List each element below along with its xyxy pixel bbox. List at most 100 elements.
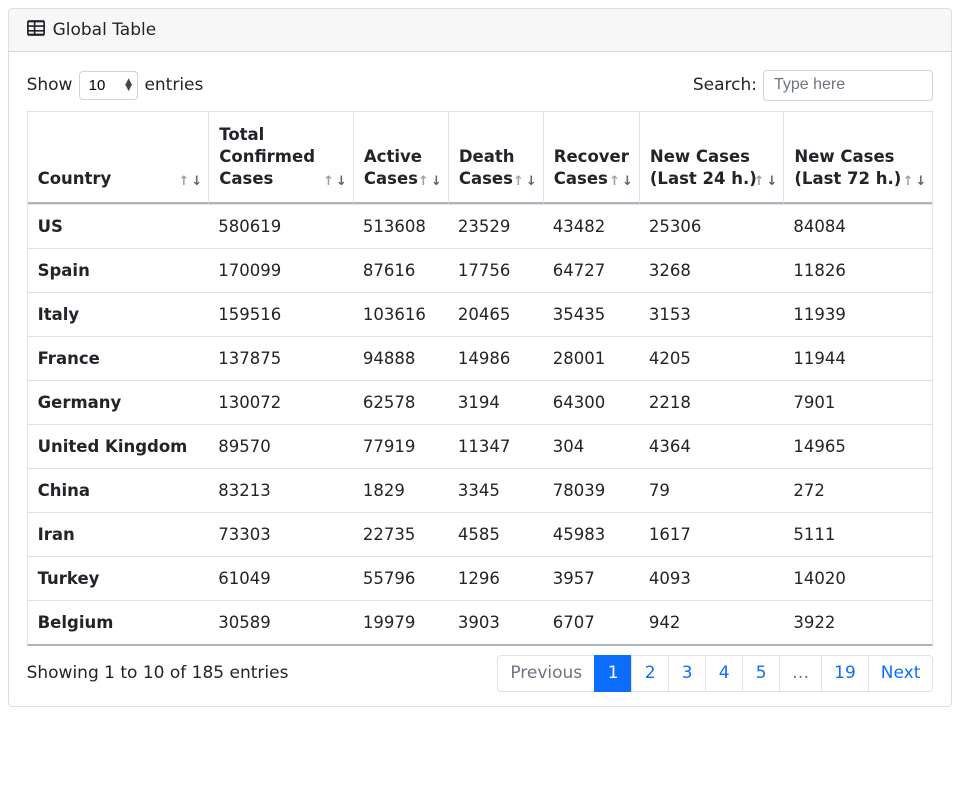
page-next[interactable]: Next — [868, 655, 934, 691]
page-link[interactable]: 4 — [706, 656, 742, 690]
column-header[interactable]: New Cases (Last 72 h.)↑↓ — [783, 112, 932, 205]
column-header[interactable]: New Cases (Last 24 h.)↑↓ — [639, 112, 784, 205]
column-header-label: Total Confirmed Cases — [219, 125, 315, 189]
cell-new24: 79 — [639, 468, 784, 512]
cell-confirmed: 83213 — [208, 468, 353, 512]
cell-death: 1296 — [448, 556, 543, 600]
cell-death: 17756 — [448, 248, 543, 292]
cell-new24: 4093 — [639, 556, 784, 600]
cell-active: 103616 — [353, 292, 448, 336]
page-3[interactable]: 3 — [668, 655, 706, 691]
cell-new24: 2218 — [639, 380, 784, 424]
cell-country: Spain — [28, 248, 209, 292]
column-header-label: New Cases (Last 72 h.) — [794, 147, 901, 188]
page-link[interactable]: 2 — [632, 656, 668, 690]
search-input[interactable] — [763, 70, 933, 101]
cell-active: 62578 — [353, 380, 448, 424]
page-link[interactable]: 3 — [669, 656, 705, 690]
cell-new72: 11826 — [783, 248, 932, 292]
sort-arrows-icon: ↑↓ — [178, 173, 202, 191]
cell-new72: 7901 — [783, 380, 932, 424]
cell-country: Italy — [28, 292, 209, 336]
page-5[interactable]: 5 — [742, 655, 780, 691]
cell-death: 23529 — [448, 204, 543, 248]
cell-country: France — [28, 336, 209, 380]
cell-confirmed: 580619 — [208, 204, 353, 248]
card-title: Global Table — [53, 20, 157, 40]
card-header: Global Table — [9, 9, 951, 52]
column-header[interactable]: Active Cases↑↓ — [353, 112, 448, 205]
cell-new72: 3922 — [783, 600, 932, 644]
column-header[interactable]: Total Confirmed Cases ↑↓ — [208, 112, 353, 205]
page-ellipsis: … — [779, 655, 822, 691]
cell-confirmed: 73303 — [208, 512, 353, 556]
table-body: US58061951360823529434822530684084 Spain 1… — [28, 204, 933, 644]
sort-arrows-icon: ↑↓ — [609, 173, 633, 191]
cell-recover: 45983 — [543, 512, 639, 556]
cell-confirmed: 30589 — [208, 600, 353, 644]
cell-active: 513608 — [353, 204, 448, 248]
table-row: Turkey610495579612963957409314020 — [28, 556, 933, 600]
length-select[interactable]: 102550100 — [79, 71, 138, 100]
cell-recover: 304 — [543, 424, 639, 468]
cell-new24: 1617 — [639, 512, 784, 556]
cell-recover: 64727 — [543, 248, 639, 292]
cell-country: Belgium — [28, 600, 209, 644]
cell-confirmed: 89570 — [208, 424, 353, 468]
page-4[interactable]: 4 — [705, 655, 743, 691]
global-table-card: Global Table Show 102550100 ▲▼ entries S… — [8, 8, 952, 707]
cell-new24: 3153 — [639, 292, 784, 336]
cell-country: Iran — [28, 512, 209, 556]
cell-confirmed: 130072 — [208, 380, 353, 424]
cell-new24: 4364 — [639, 424, 784, 468]
length-suffix: entries — [144, 75, 203, 95]
cell-new72: 272 — [783, 468, 932, 512]
card-body: Show 102550100 ▲▼ entries Search: Countr… — [9, 52, 951, 706]
cell-active: 1829 — [353, 468, 448, 512]
table-row: China83213182933457803979272 — [28, 468, 933, 512]
page-link[interactable]: 5 — [743, 656, 779, 690]
page-previous: Previous — [497, 655, 595, 691]
column-header[interactable]: Recover Cases↑↓ — [543, 112, 639, 205]
cell-new72: 5111 — [783, 512, 932, 556]
cell-confirmed: 137875 — [208, 336, 353, 380]
length-control: Show 102550100 ▲▼ entries — [27, 71, 204, 100]
cell-active: 55796 — [353, 556, 448, 600]
cell-active: 87616 — [353, 248, 448, 292]
cell-active: 19979 — [353, 600, 448, 644]
cell-death: 20465 — [448, 292, 543, 336]
page-1[interactable]: 1 — [594, 655, 632, 691]
cell-death: 14986 — [448, 336, 543, 380]
cell-country: US — [28, 204, 209, 248]
page-link[interactable]: Next — [869, 656, 933, 690]
length-prefix: Show — [27, 75, 73, 95]
cell-new72: 11939 — [783, 292, 932, 336]
cell-active: 94888 — [353, 336, 448, 380]
table-row: Iran733032273545854598316175111 — [28, 512, 933, 556]
controls-row: Show 102550100 ▲▼ entries Search: — [27, 70, 934, 101]
cell-confirmed: 61049 — [208, 556, 353, 600]
cell-new24: 4205 — [639, 336, 784, 380]
cell-recover: 35435 — [543, 292, 639, 336]
cell-recover: 3957 — [543, 556, 639, 600]
cell-recover: 43482 — [543, 204, 639, 248]
page-2[interactable]: 2 — [631, 655, 669, 691]
page-19[interactable]: 19 — [821, 655, 869, 691]
column-header-label: Country — [38, 169, 112, 188]
table-row: Belgium3058919979390367079423922 — [28, 600, 933, 644]
cell-new72: 84084 — [783, 204, 932, 248]
sort-arrows-icon: ↑↓ — [323, 173, 347, 191]
search-control: Search: — [693, 70, 934, 101]
page-link[interactable]: 1 — [595, 656, 631, 690]
table-info: Showing 1 to 10 of 185 entries — [27, 655, 289, 683]
table-row: Germany1300726257831946430022187901 — [28, 380, 933, 424]
cell-new24: 25306 — [639, 204, 784, 248]
cell-death: 4585 — [448, 512, 543, 556]
table-head: Country ↑↓ Total Confirmed Cases ↑↓ Active C… — [28, 112, 933, 205]
cell-country: Germany — [28, 380, 209, 424]
column-header[interactable]: Country ↑↓ — [28, 112, 209, 205]
column-header-label: Death Cases — [459, 147, 515, 188]
column-header[interactable]: Death Cases↑↓ — [448, 112, 543, 205]
cell-new72: 11944 — [783, 336, 932, 380]
page-link[interactable]: 19 — [822, 656, 868, 690]
